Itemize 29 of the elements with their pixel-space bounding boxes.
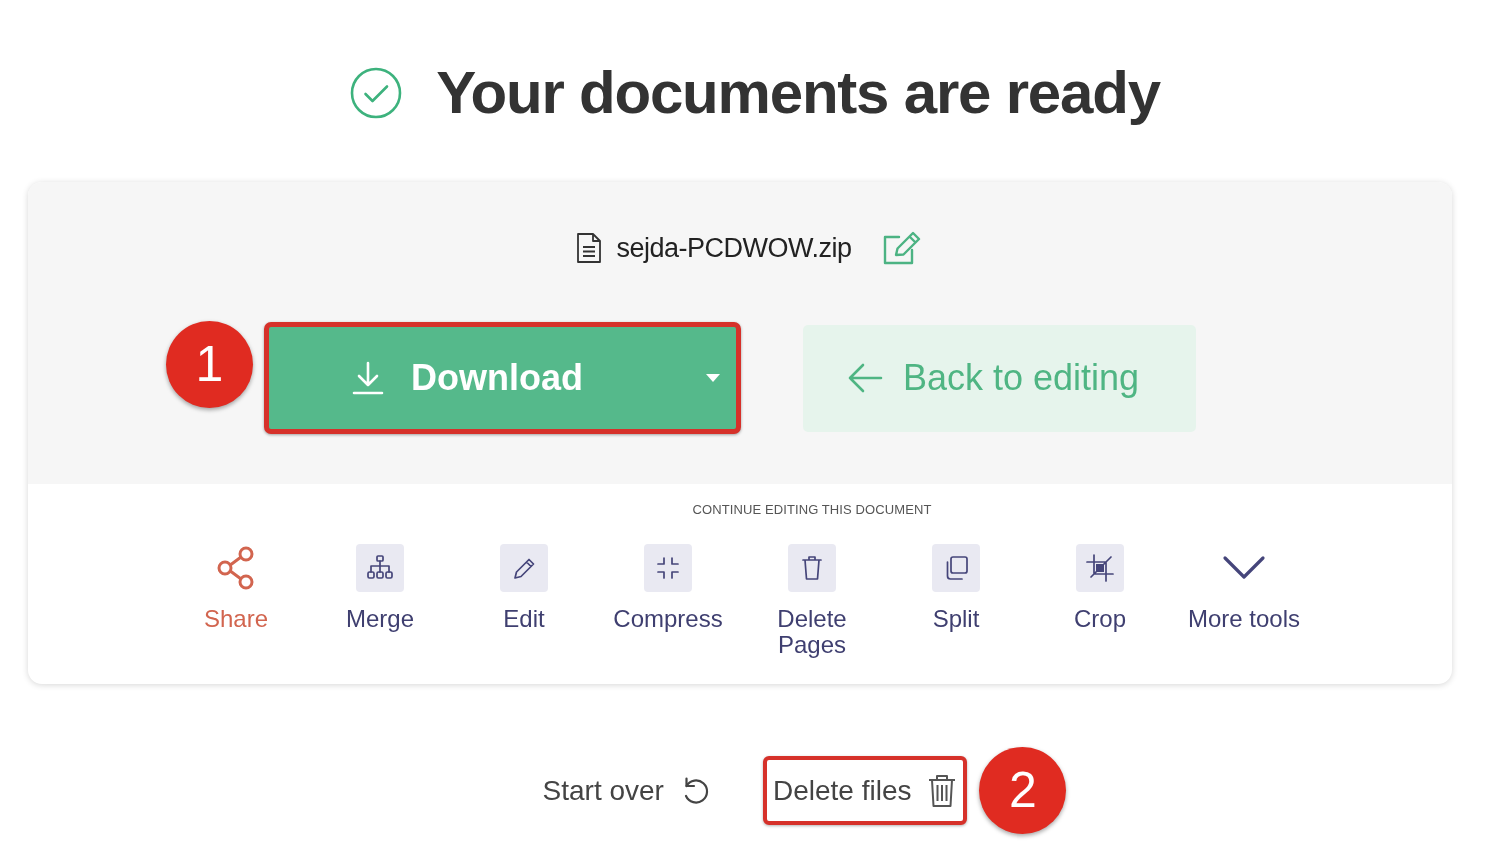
pencil-icon bbox=[500, 544, 548, 592]
tool-button[interactable]: Edit bbox=[452, 544, 596, 632]
crop-icon bbox=[1076, 544, 1124, 592]
caret-icon[interactable] bbox=[706, 374, 720, 382]
trash-icon bbox=[788, 544, 836, 592]
compress-icon bbox=[644, 544, 692, 592]
document-icon bbox=[576, 232, 603, 264]
hierarchy-icon bbox=[356, 544, 404, 592]
step-marker: 2 bbox=[979, 746, 1067, 834]
stacked-pages-icon bbox=[932, 544, 980, 592]
tool-button[interactable]: More tools bbox=[1172, 544, 1316, 632]
chevron-down-icon bbox=[1222, 555, 1266, 581]
tool-button[interactable]: Share bbox=[164, 544, 308, 632]
page-title: Your documents are ready bbox=[436, 58, 1160, 128]
check-circle-icon bbox=[350, 66, 403, 119]
arrow-left-icon bbox=[847, 362, 883, 394]
share-icon bbox=[216, 546, 256, 590]
tool-button[interactable]: Split bbox=[884, 544, 1028, 632]
tool-button[interactable]: Merge bbox=[308, 544, 452, 632]
tool-button[interactable]: Compress bbox=[596, 544, 740, 632]
delete-files-button[interactable]: Delete files bbox=[762, 756, 968, 825]
tool-button[interactable]: Delete Pages bbox=[740, 544, 884, 658]
file-name: sejda-PCDWOW.zip bbox=[616, 232, 852, 264]
section-caption: CONTINUE EDITING THIS DOCUMENT bbox=[692, 502, 932, 517]
edit-icon[interactable] bbox=[881, 230, 922, 266]
tool-button[interactable]: Crop bbox=[1028, 544, 1172, 632]
download-icon bbox=[351, 360, 385, 396]
trash-icon bbox=[927, 773, 958, 808]
step-marker: 1 bbox=[166, 321, 253, 408]
